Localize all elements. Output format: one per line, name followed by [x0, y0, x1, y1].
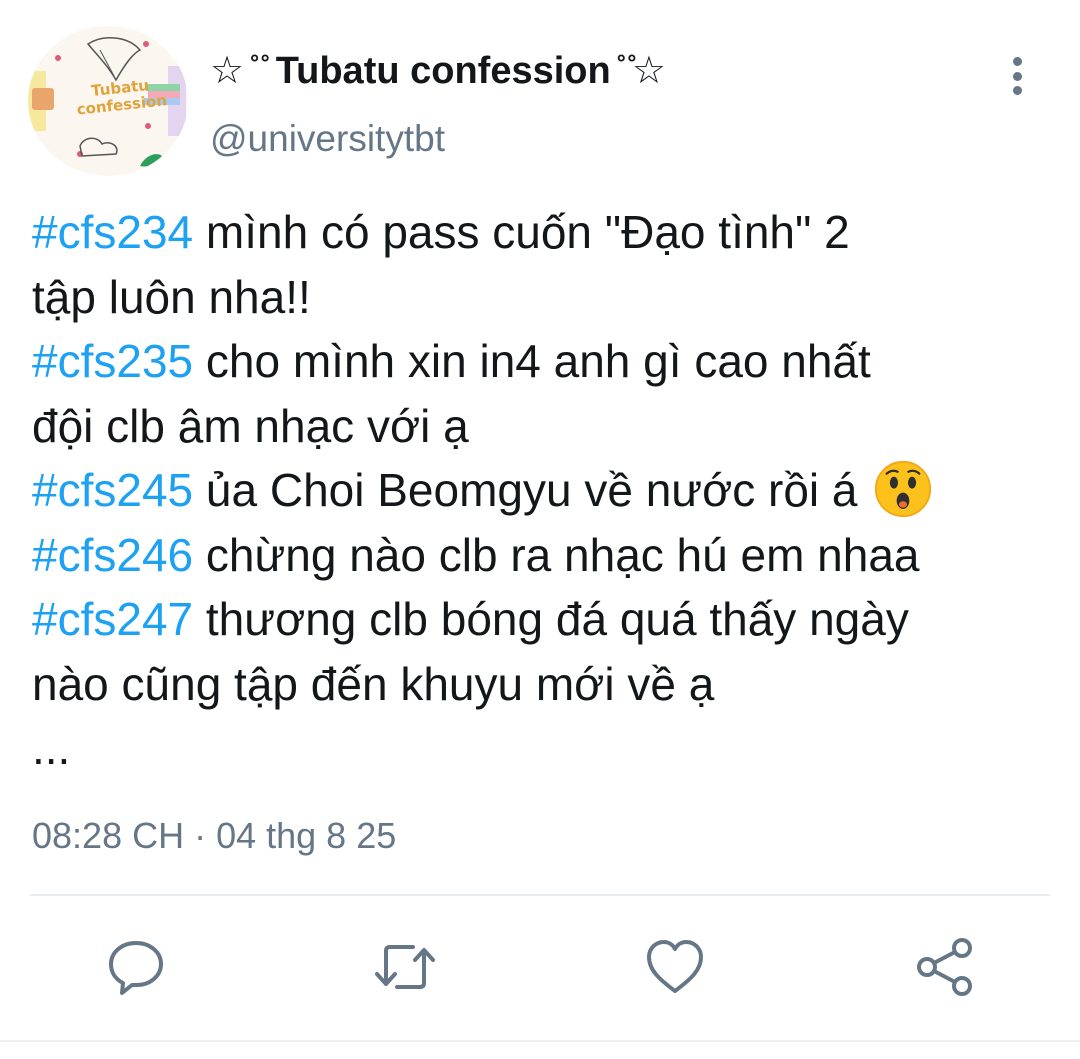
- tweet-line: #cfs234 mình có pass cuốn "Đạo tình" 2: [32, 200, 1077, 265]
- reply-icon: [109, 941, 163, 995]
- more-dot-icon: [1012, 71, 1022, 81]
- more-dot-icon: [1012, 86, 1022, 95]
- reply-button[interactable]: [104, 935, 168, 999]
- display-name[interactable]: ☆ ̊ ̊ Tubatu confession ̊ ̊☆: [210, 48, 666, 93]
- hashtag-link[interactable]: #cfs234: [32, 206, 193, 258]
- share-icon: [917, 938, 972, 996]
- tweet-line-text: ủa Choi Beomgyu về nước rồi á: [193, 464, 858, 516]
- avatar[interactable]: Tubatu confession: [28, 26, 188, 176]
- hashtag-link[interactable]: #cfs246: [32, 529, 193, 581]
- tweet-ellipsis: ...: [32, 722, 71, 774]
- tweet-line: #cfs235 cho mình xin in4 anh gì cao nhất: [32, 329, 1077, 394]
- tweet-line-text: cho mình xin in4 anh gì cao nhất: [193, 335, 871, 387]
- tweet-text: #cfs234 mình có pass cuốn "Đạo tình" 2 t…: [32, 200, 1077, 781]
- hashtag-link[interactable]: #cfs235: [32, 335, 193, 387]
- retweet-icon: [375, 945, 435, 989]
- tweet-timestamp[interactable]: 08:28 CH · 04 thg 8 25: [32, 815, 396, 857]
- tweet-line-text: nào cũng tập đến khuyu mới về ạ: [32, 657, 715, 710]
- tweet-line-text: thương clb bóng đá quá thấy ngày: [193, 593, 909, 645]
- tweet-line: #cfs245 ủa Choi Beomgyu về nước rồi á: [32, 458, 1077, 523]
- more-dot-icon: [1012, 57, 1022, 66]
- share-button[interactable]: [913, 935, 977, 999]
- tweet-line-text: mình có pass cuốn "Đạo tình" 2: [193, 206, 850, 258]
- tweet-line: nào cũng tập đến khuyu mới về ạ: [32, 652, 1077, 717]
- astonished-face-icon: [875, 460, 932, 518]
- tweet-line-text: tập luôn nha!!: [32, 270, 311, 323]
- user-handle[interactable]: @universitytbt: [210, 118, 445, 160]
- hashtag-link[interactable]: #cfs247: [32, 593, 193, 645]
- hashtag-link[interactable]: #cfs245: [32, 464, 193, 516]
- more-options-button[interactable]: [998, 55, 1036, 97]
- tweet-line-text: đội clb âm nhạc với ạ: [32, 399, 469, 452]
- retweet-button[interactable]: [373, 935, 437, 999]
- tweet-line: tập luôn nha!!: [32, 265, 1077, 330]
- tweet-line: #cfs247 thương clb bóng đá quá thấy ngày: [32, 587, 1077, 652]
- tweet-line: đội clb âm nhạc với ạ: [32, 394, 1077, 459]
- like-icon: [647, 940, 703, 993]
- tweet-line: #cfs246 chừng nào clb ra nhạc hú em nhaa: [32, 523, 1077, 588]
- divider: [0, 1040, 1080, 1042]
- tweet-line-text: chừng nào clb ra nhạc hú em nhaa: [193, 528, 920, 581]
- divider: [30, 894, 1050, 896]
- like-button[interactable]: [643, 935, 707, 999]
